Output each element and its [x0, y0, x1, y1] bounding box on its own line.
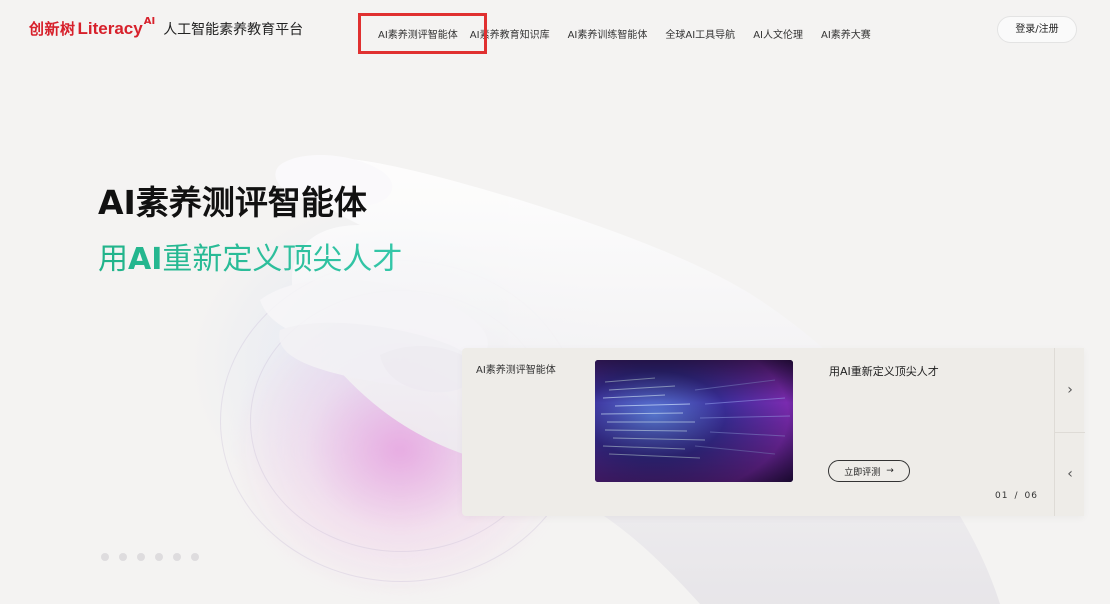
page-total: 06	[1024, 491, 1038, 501]
nav-item-training-agent[interactable]: AI素养训练智能体	[568, 26, 648, 41]
feature-card: AI素养测评智能体 用AI重新定义顶尖人才 立即评测 → 01 / 06 › ‹	[462, 348, 1085, 516]
card-arrows: › ‹	[1054, 348, 1085, 516]
card-pagination: 01 / 06	[995, 491, 1038, 501]
carousel-dots	[101, 553, 199, 561]
nav-item-competition[interactable]: AI素养大赛	[821, 26, 871, 41]
page-separator: /	[1014, 491, 1019, 501]
hero-subtitle-bold: AI	[128, 242, 163, 277]
card-image	[595, 360, 793, 482]
prev-arrow-icon[interactable]: ‹	[1055, 432, 1085, 516]
platform-title: 人工智能素养教育平台	[163, 21, 304, 38]
nav-item-ethics[interactable]: AI人文伦理	[753, 26, 803, 41]
next-arrow-icon[interactable]: ›	[1055, 348, 1085, 433]
carousel-dot[interactable]	[101, 553, 109, 561]
carousel-dot[interactable]	[173, 553, 181, 561]
highlight-box	[358, 13, 487, 54]
brand-name-cn: 创新树	[29, 20, 76, 38]
nav-item-tool-navigation[interactable]: 全球AI工具导航	[665, 26, 735, 41]
card-label: AI素养测评智能体	[476, 365, 556, 376]
hero-subtitle: 用AI重新定义顶尖人才	[98, 234, 402, 278]
brand-name-en: Literacy	[77, 18, 143, 38]
hero-subtitle-prefix: 用	[98, 242, 128, 277]
carousel-dot[interactable]	[137, 553, 145, 561]
card-description: 用AI重新定义顶尖人才	[829, 365, 939, 378]
start-assessment-button[interactable]: 立即评测 →	[828, 460, 910, 482]
hero-subtitle-rest: 重新定义顶尖人才	[162, 242, 403, 277]
brand-ai-mark: AI	[143, 16, 156, 27]
carousel-dot[interactable]	[155, 553, 163, 561]
brand-logo[interactable]: 创新树 Literacy AI 人工智能素养教育平台	[29, 16, 304, 39]
arrow-right-icon: →	[886, 466, 894, 476]
page-current: 01	[995, 491, 1009, 501]
carousel-dot[interactable]	[191, 553, 199, 561]
site-header: 创新树 Literacy AI 人工智能素养教育平台 AI素养测评智能体 AI素…	[0, 0, 1110, 60]
login-register-button[interactable]: 登录/注册	[997, 16, 1077, 43]
carousel-dot[interactable]	[119, 553, 127, 561]
hero-title: AI素养测评智能体	[98, 183, 367, 222]
start-assessment-label: 立即评测	[844, 467, 881, 478]
